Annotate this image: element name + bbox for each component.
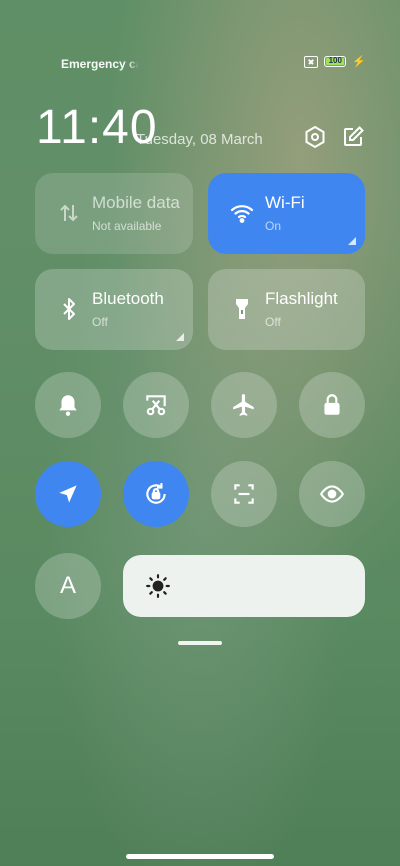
panel-drag-handle[interactable] <box>178 641 222 645</box>
clock-date: Tuesday, 08 March <box>136 131 263 148</box>
rotation-lock-icon <box>146 483 166 504</box>
battery-icon: 100 <box>324 56 347 67</box>
home-indicator[interactable] <box>126 854 274 859</box>
screenshot-icon <box>146 395 166 416</box>
toggle-screenshot[interactable] <box>123 372 189 438</box>
tile-wifi-title: Wi-Fi <box>265 193 305 212</box>
edit-icon[interactable] <box>341 125 365 149</box>
charging-bolt-icon: ⚡ <box>352 56 366 68</box>
battery-level: 100 <box>328 56 342 65</box>
no-sim-icon <box>304 55 319 68</box>
tile-mobile-data-title: Mobile data <box>92 193 180 212</box>
scan-icon <box>234 484 254 504</box>
bell-icon <box>59 395 77 416</box>
tile-flashlight-status: Off <box>265 315 281 329</box>
bluetooth-icon <box>63 298 75 320</box>
tile-mobile-data-status: Not available <box>92 219 162 233</box>
settings-icon[interactable] <box>303 125 327 149</box>
tile-wifi-status: On <box>265 219 282 233</box>
tile-flashlight[interactable]: Flashlight Off <box>208 269 365 350</box>
flashlight-icon <box>236 299 248 319</box>
eye-icon <box>319 485 345 503</box>
status-icons: 100 ⚡ <box>304 55 366 68</box>
tile-bluetooth-status: Off <box>92 315 108 329</box>
font-size-button[interactable]: A <box>35 553 101 619</box>
expand-corner-icon[interactable] <box>176 333 184 341</box>
toggle-lock-screen[interactable] <box>299 372 365 438</box>
toggle-reading-mode[interactable] <box>299 461 365 527</box>
location-icon <box>59 485 77 503</box>
mobile-data-icon <box>60 204 78 222</box>
wifi-icon <box>230 205 254 223</box>
lock-icon <box>324 394 340 415</box>
toggle-scanner[interactable] <box>211 461 277 527</box>
brightness-slider[interactable] <box>123 555 365 617</box>
airplane-icon <box>233 394 254 416</box>
status-carrier: Emergency calls only <box>61 57 139 71</box>
toggle-rotation-lock[interactable] <box>123 461 189 527</box>
toggle-silent[interactable] <box>35 372 101 438</box>
tile-flashlight-title: Flashlight <box>265 289 338 308</box>
tile-bluetooth[interactable]: Bluetooth Off <box>35 269 193 350</box>
expand-corner-icon[interactable] <box>348 237 356 245</box>
toggle-airplane[interactable] <box>211 372 277 438</box>
tile-mobile-data[interactable]: Mobile data Not available <box>35 173 193 254</box>
font-size-label: A <box>59 572 76 599</box>
tile-wifi[interactable]: Wi-Fi On <box>208 173 365 254</box>
sun-icon <box>146 574 170 598</box>
tile-bluetooth-title: Bluetooth <box>92 289 164 308</box>
toggle-location[interactable] <box>35 461 101 527</box>
